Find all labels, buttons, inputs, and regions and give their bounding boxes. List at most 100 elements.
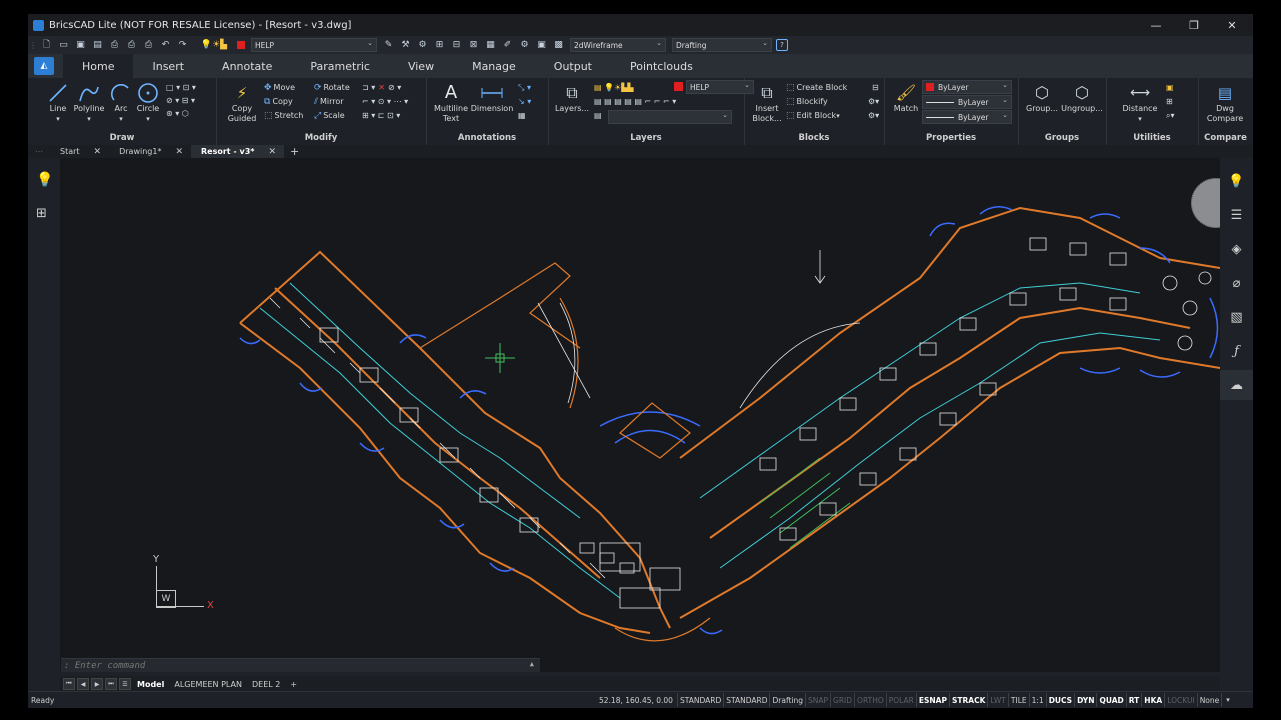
arc-tool[interactable]: Arc ▾ — [108, 82, 134, 124]
status-toggle-lockui[interactable]: LOCKUI — [1165, 693, 1198, 707]
first-layout-icon[interactable]: ⏮ — [63, 678, 75, 690]
status-toggle-ortho[interactable]: ORTHO — [855, 693, 887, 707]
settings-icon[interactable]: ⚙ — [517, 39, 532, 52]
status-toggle-dyn[interactable]: DYN — [1075, 693, 1098, 707]
quick-select-icon[interactable]: ⌕▾ — [1166, 109, 1175, 122]
explorer-icon[interactable]: ▣ — [534, 39, 549, 52]
status-menu-icon[interactable]: ▾ — [1226, 696, 1230, 704]
circle-tool[interactable]: Circle ▾ — [134, 82, 162, 124]
close-tab-icon[interactable]: ✕ — [268, 147, 276, 157]
save-as-icon[interactable]: ▤ — [90, 39, 105, 52]
close-button[interactable]: ✕ — [1213, 14, 1251, 36]
ungroup-tool[interactable]: ⬡ Ungroup... — [1060, 82, 1104, 114]
status-toggle-none[interactable]: None — [1198, 693, 1223, 707]
undo-icon[interactable]: ↶ — [158, 39, 173, 52]
tab-pointclouds[interactable]: Pointclouds — [611, 54, 712, 78]
snap-tools-icon[interactable]: ⚒ — [398, 39, 413, 52]
open-file-icon[interactable]: ▭ — [56, 39, 71, 52]
create-block-button[interactable]: ⬚ Create Block — [786, 81, 847, 94]
leader-icon[interactable]: ⤡ ▾ — [518, 81, 531, 94]
layout-tab-algemeen-plan[interactable]: ALGEMEEN PLAN — [169, 680, 247, 689]
lineweight-dropdown[interactable]: ByLayer ⌄ — [922, 110, 1012, 124]
group-tool[interactable]: ⬡ Group... — [1024, 82, 1060, 114]
hatch-pattern-icon[interactable]: ▧ — [1220, 302, 1253, 332]
tab-parametric[interactable]: Parametric — [291, 54, 389, 78]
drawing-canvas[interactable]: Y W X — [60, 158, 1220, 672]
match-props-icon[interactable]: ✎ — [381, 39, 396, 52]
layout-tab-deel-2[interactable]: DEEL 2 — [247, 680, 285, 689]
command-line[interactable]: : Enter command ▲ — [61, 658, 540, 672]
tab-output[interactable]: Output — [535, 54, 611, 78]
status-toggle-polar[interactable]: POLAR — [887, 693, 917, 707]
color-dropdown[interactable]: ByLayer ⌄ — [922, 80, 1012, 94]
doc-tab-resort[interactable]: Resort - v3* ✕ — [191, 145, 285, 158]
properties-icon[interactable]: ▦ — [483, 39, 498, 52]
scale-button[interactable]: ⤢ Scale — [314, 109, 345, 122]
visual-style-dropdown[interactable]: 2dWireframe ⌄ — [570, 38, 666, 52]
fillet-tools-icon[interactable]: ⌐ ▾ ⊙ ▾ ⋯ ▾ — [362, 95, 408, 108]
hatch-tool-icon[interactable]: ⊘ ▾ ⊟ ▾ — [166, 94, 195, 107]
new-file-icon[interactable]: 🗋 — [39, 39, 54, 52]
status-toggle-standard[interactable]: STANDARD — [678, 693, 725, 707]
layer-state-row[interactable]: ▤ 💡☀▙▙ — [594, 81, 634, 94]
properties-sliders-icon[interactable]: ☰ — [1220, 200, 1253, 230]
layout-tab-model[interactable]: Model — [132, 680, 169, 689]
tab-annotate[interactable]: Annotate — [203, 54, 291, 78]
tab-insert[interactable]: Insert — [133, 54, 203, 78]
copy-guided-tool[interactable]: ⚡ Copy Guided — [224, 82, 260, 124]
status-toggle-standard[interactable]: STANDARD — [724, 693, 771, 707]
workspace-dropdown[interactable]: Drafting ⌄ — [672, 38, 772, 52]
insert-block-tool[interactable]: ⧉ Insert Block... — [752, 82, 782, 124]
layer-tools-row-2[interactable]: ▤ — [594, 109, 602, 122]
tool-icon-3[interactable]: ⊟ — [449, 39, 464, 52]
command-input[interactable]: : Enter command — [64, 661, 145, 671]
table-icon[interactable]: ▦ — [518, 109, 526, 122]
distance-tool[interactable]: ⟷ Distance ▾ — [1118, 82, 1162, 124]
minimize-button[interactable]: — — [1137, 14, 1175, 36]
help-icon[interactable]: ? — [776, 39, 788, 51]
polyline-tool[interactable]: Polyline ▾ — [72, 82, 106, 124]
tab-manage[interactable]: Manage — [453, 54, 535, 78]
app-menu-button[interactable]: ◭ — [34, 57, 54, 75]
rectangle-tool-icon[interactable]: □ ▾ ⊡ ▾ — [166, 81, 196, 94]
last-layout-icon[interactable]: ⏭ — [105, 678, 117, 690]
multileader-icon[interactable]: ↘ ▾ — [518, 95, 531, 108]
multiline-text-tool[interactable]: A Multiline Text — [434, 82, 468, 124]
layer-tools-row-1[interactable]: ▤ ▤ ▤ ▤ ▤ ⌐ ⌐ ⌐ ▾ — [594, 95, 676, 108]
new-tab-button[interactable]: + — [284, 145, 305, 158]
doc-tab-drawing1[interactable]: Drawing1* ✕ — [109, 145, 191, 158]
close-tab-icon[interactable]: ✕ — [175, 147, 183, 157]
status-toggle-snap[interactable]: SNAP — [806, 693, 832, 707]
command-history-toggle-icon[interactable]: ▲ — [530, 660, 534, 668]
block-attr-icon[interactable]: ⊟ — [872, 81, 879, 94]
dwg-compare-tool[interactable]: ▤ Dwg Compare — [1204, 82, 1246, 124]
stretch-button[interactable]: ⬚ Stretch — [264, 109, 303, 122]
tab-home[interactable]: Home — [63, 54, 134, 78]
dimension-tool[interactable]: Dimension — [470, 82, 514, 114]
status-toggle-quad[interactable]: QUAD — [1097, 693, 1127, 707]
status-toggle-drafting[interactable]: Drafting — [770, 693, 806, 707]
tool-icon-4[interactable]: ⊠ — [466, 39, 481, 52]
tool-icon-2[interactable]: ⊞ — [432, 39, 447, 52]
trim-tools-icon[interactable]: ⊐ ▾ ✕ ⊘ ▾ — [362, 81, 401, 94]
status-toggle-tile[interactable]: TILE — [1009, 693, 1030, 707]
line-tool[interactable]: Line ▾ — [46, 82, 70, 124]
next-layout-icon[interactable]: ▶ — [91, 678, 103, 690]
maximize-button[interactable]: ❐ — [1175, 14, 1213, 36]
mirror-button[interactable]: ⫽ Mirror — [314, 95, 344, 108]
tips-bulb-icon[interactable]: 💡 — [1220, 166, 1253, 196]
status-toggle-grid[interactable]: GRID — [831, 693, 856, 707]
status-toggle-rt[interactable]: RT — [1127, 693, 1143, 707]
render-icon[interactable]: ▩ — [551, 39, 566, 52]
id-point-icon[interactable]: ⊞ — [1166, 95, 1173, 108]
bulb-icon[interactable]: 💡 — [36, 172, 53, 188]
calculator-icon[interactable]: ▣ — [1166, 81, 1174, 94]
layer-state-icons[interactable]: 💡☀▙ — [192, 39, 236, 52]
layer-dropdown[interactable]: HELP ⌄ — [251, 38, 377, 52]
status-toggle-strack[interactable]: STRACK — [950, 693, 989, 707]
cloud-upload-icon[interactable]: ☁ — [1220, 370, 1253, 400]
redo-icon[interactable]: ↷ — [175, 39, 190, 52]
print-preview-icon[interactable]: ⎙ — [124, 39, 139, 52]
block-tools-icon-1[interactable]: ⚙▾ — [868, 95, 879, 108]
plot-icon[interactable]: ⎙ — [107, 39, 122, 52]
